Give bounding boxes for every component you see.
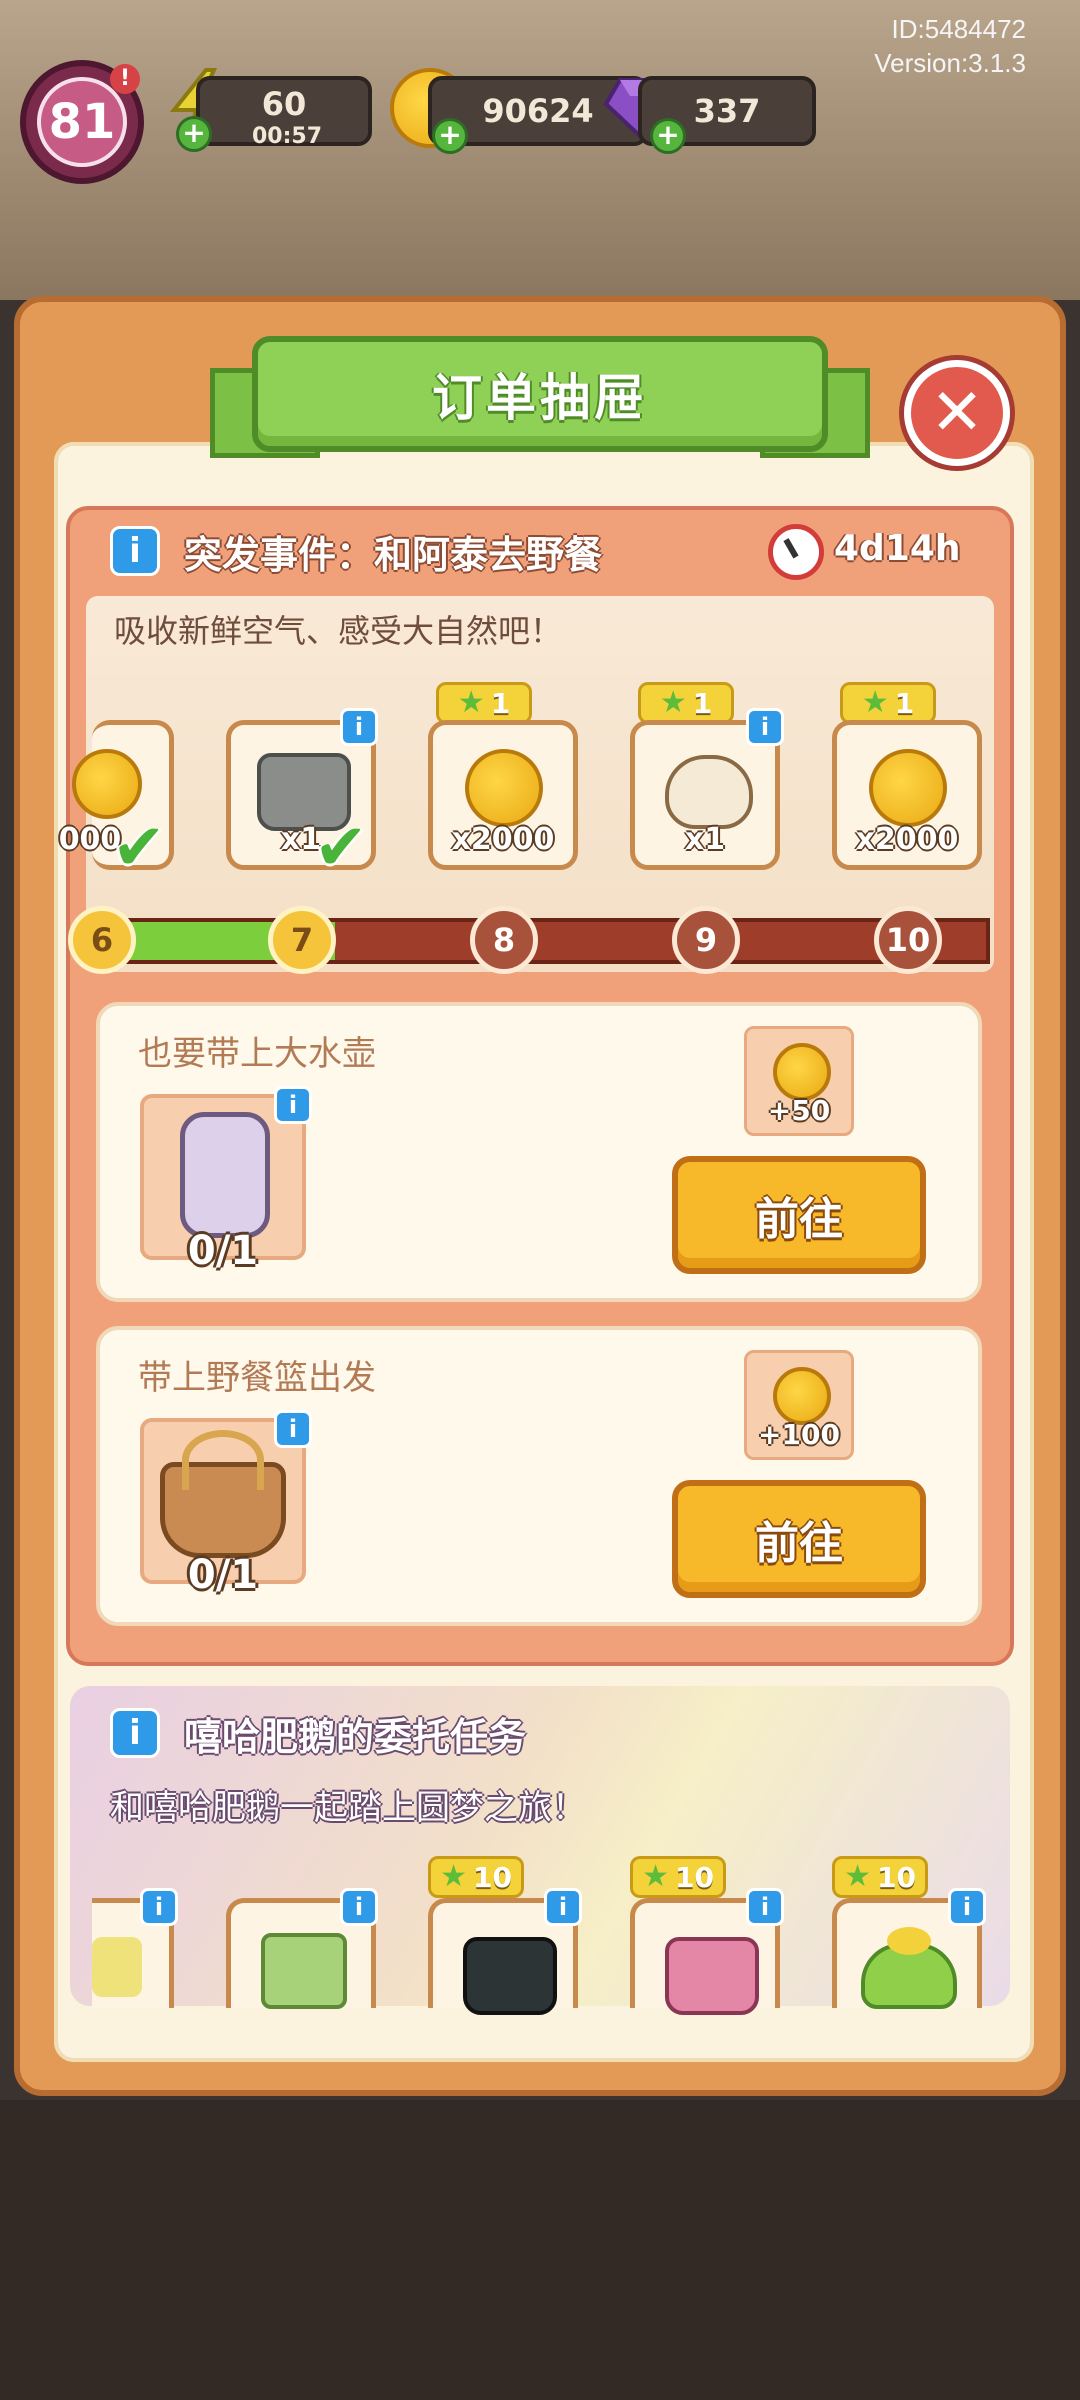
event-subtitle: 吸收新鲜空气、感受大自然吧！ — [114, 612, 563, 650]
commission-star-tag-1: ★ 10 — [428, 1856, 524, 1898]
commission-star-tag-2: ★ 10 — [630, 1856, 726, 1898]
step-marker-10: 10 — [874, 906, 942, 974]
dim-overlay — [0, 2100, 1080, 2400]
star-value: 10 — [876, 1860, 916, 1894]
claimed-check-icon: ✔ — [112, 811, 166, 885]
task-go-button-1[interactable]: 前往 — [672, 1156, 926, 1274]
item-info-icon[interactable]: i — [746, 1888, 784, 1926]
event-info-icon[interactable]: i — [110, 526, 160, 576]
coin-icon — [773, 1367, 831, 1425]
step-marker-6: 6 — [68, 906, 136, 974]
star-icon: ★ — [659, 685, 687, 720]
reward-info-icon[interactable]: i — [746, 708, 784, 746]
task-reward-value-2: +100 — [758, 1418, 840, 1451]
star-tag-10: ★ 1 — [840, 682, 936, 724]
star-icon: ★ — [440, 1859, 467, 1894]
gold-bow-icon — [887, 1927, 931, 1955]
step-marker-9: 9 — [672, 906, 740, 974]
reward-count-9: x1 — [684, 822, 726, 857]
reward-info-icon[interactable]: i — [340, 708, 378, 746]
player-id: ID:5484472 — [891, 14, 1026, 44]
coin-reward-icon — [869, 749, 947, 827]
gem-plus-button[interactable]: + — [650, 118, 686, 154]
star-tag-9: ★ 1 — [638, 682, 734, 724]
star-value: 10 — [674, 1860, 714, 1894]
close-button[interactable]: ✕ — [904, 360, 1010, 466]
star-value: 1 — [894, 686, 915, 720]
pink-bag-icon — [665, 1937, 759, 2015]
commission-star-tag-3: ★ 10 — [832, 1856, 928, 1898]
star-value: 1 — [692, 686, 713, 720]
level-alert-dot: ! — [110, 64, 140, 94]
go-button-label: 前往 — [755, 1518, 843, 1569]
step-marker-7: 7 — [268, 906, 336, 974]
water-bottle-icon — [180, 1112, 270, 1238]
item-info-icon[interactable]: i — [274, 1410, 312, 1448]
coin-value: 90624 — [482, 92, 594, 130]
star-tag-8: ★ 1 — [436, 682, 532, 724]
task-progress-1: 0/1 — [187, 1228, 259, 1274]
gift-icon — [92, 1937, 142, 1997]
claimed-check-icon: ✔ — [314, 811, 368, 885]
title-ribbon: 订单抽屉 — [252, 336, 828, 452]
item-info-icon[interactable]: i — [948, 1888, 986, 1926]
coin-reward-icon — [72, 749, 142, 819]
basket-handle-icon — [182, 1430, 264, 1490]
coin-plus-button[interactable]: + — [432, 118, 468, 154]
reward-count-10: x2000 — [855, 822, 959, 857]
task-reward-value-1: +50 — [767, 1094, 831, 1127]
item-info-icon[interactable]: i — [274, 1086, 312, 1124]
go-button-label: 前往 — [755, 1194, 843, 1245]
item-info-icon[interactable]: i — [544, 1888, 582, 1926]
star-icon: ★ — [457, 685, 485, 720]
commission-info-icon[interactable]: i — [110, 1708, 160, 1758]
event-timer: 4d14h — [834, 528, 961, 569]
task-title-1: 也要带上大水壶 — [138, 1034, 376, 1074]
item-info-icon[interactable]: i — [340, 1888, 378, 1926]
reward-count-8: x2000 — [451, 822, 555, 857]
commission-title: 嘻哈肥鹅的委托任务 — [184, 1715, 527, 1759]
gem-value: 337 — [693, 92, 761, 130]
level-number: 81 — [37, 77, 127, 167]
modal-title: 订单抽屉 — [432, 369, 648, 427]
item-info-icon[interactable]: i — [140, 1888, 178, 1926]
step-marker-8: 8 — [470, 906, 538, 974]
goose-icon — [665, 755, 753, 829]
task-progress-2: 0/1 — [187, 1552, 259, 1598]
close-icon: ✕ — [930, 376, 984, 450]
green-box-icon — [261, 1933, 347, 2009]
clock-icon — [768, 524, 824, 580]
coin-icon — [773, 1043, 831, 1101]
version-label: Version:3.1.3 — [874, 48, 1026, 78]
star-icon: ★ — [844, 1859, 871, 1894]
task-go-button-2[interactable]: 前往 — [672, 1480, 926, 1598]
commission-subtitle: 和嘻哈肥鹅一起踏上圆梦之旅！ — [110, 1788, 586, 1828]
energy-value: 60 — [261, 85, 307, 123]
star-value: 10 — [472, 1860, 512, 1894]
energy-plus-button[interactable]: + — [176, 116, 212, 152]
task-title-2: 带上野餐篮出发 — [138, 1358, 376, 1398]
coin-reward-icon — [465, 749, 543, 827]
build-info: ID:5484472 Version:3.1.3 — [874, 12, 1026, 80]
event-title: 突发事件：和阿泰去野餐 — [184, 533, 603, 577]
star-icon: ★ — [861, 685, 889, 720]
black-bag-icon — [463, 1937, 557, 2015]
star-value: 1 — [490, 686, 511, 720]
star-icon: ★ — [642, 1859, 669, 1894]
energy-timer: 00:57 — [252, 124, 323, 149]
